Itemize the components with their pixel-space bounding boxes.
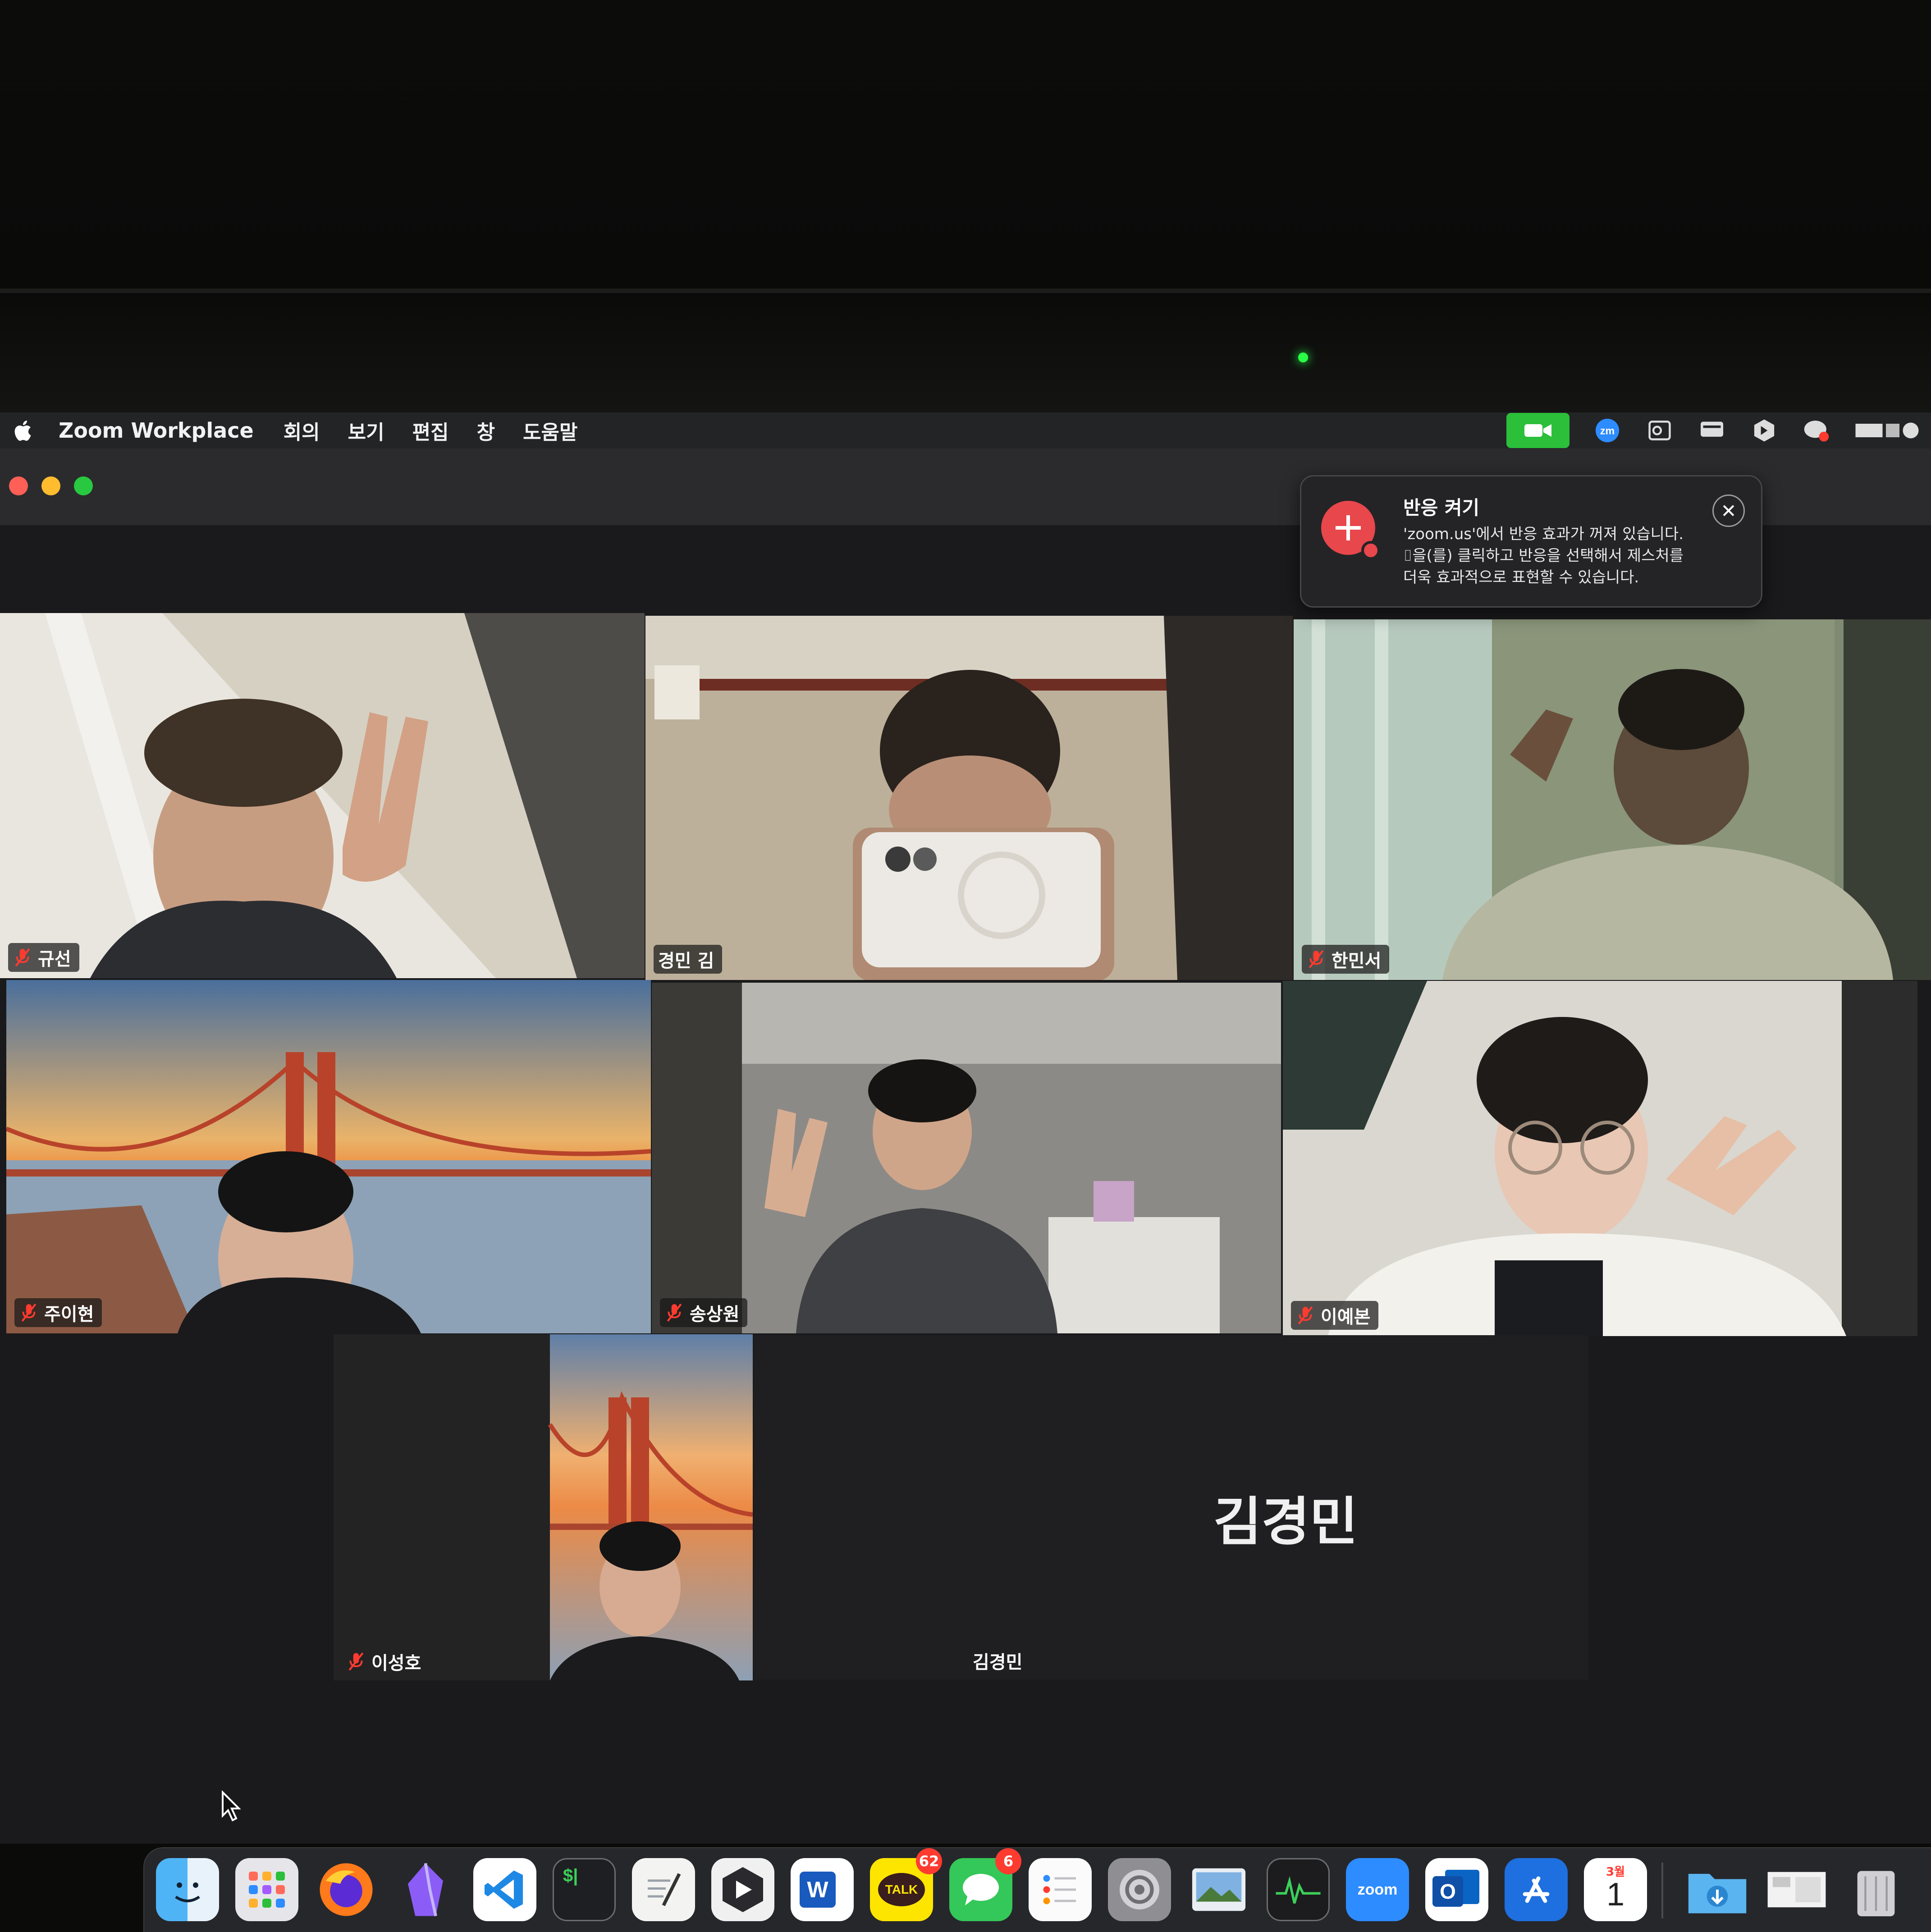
mic-muted-icon bbox=[1309, 950, 1324, 969]
finder-icon[interactable] bbox=[156, 1858, 219, 1921]
video-feed bbox=[652, 983, 1281, 1333]
zoom-menubar-icon[interactable]: zm bbox=[1593, 417, 1622, 444]
notification-title: 반응 켜기 bbox=[1403, 497, 1480, 519]
status-area: zm bbox=[1506, 413, 1922, 448]
trash-icon[interactable] bbox=[1844, 1858, 1908, 1921]
downloads-folder-icon[interactable] bbox=[1686, 1858, 1749, 1921]
mic-muted-icon bbox=[667, 1303, 682, 1322]
screenshot-thumb-icon[interactable] bbox=[1765, 1858, 1828, 1921]
mic-muted-icon bbox=[1298, 1306, 1313, 1325]
window-minimize-button[interactable] bbox=[41, 476, 60, 495]
zoom-video-status-icon[interactable] bbox=[1506, 413, 1570, 448]
participant-name-tag: 송상원 bbox=[660, 1298, 748, 1327]
apple-logo-icon[interactable] bbox=[12, 419, 32, 442]
cursor-app-icon[interactable] bbox=[711, 1858, 774, 1921]
window-close-button[interactable] bbox=[9, 476, 28, 495]
participant-tile-active-speaker[interactable]: 경민 김 bbox=[645, 616, 1293, 980]
notification-badge: 62 bbox=[916, 1848, 942, 1874]
outlook-menubar-icon[interactable] bbox=[1645, 417, 1674, 444]
participant-name-tag: 경민 김 bbox=[654, 945, 723, 974]
participant-name-tag: 김경민 bbox=[968, 1646, 1030, 1675]
participant-tile[interactable]: 송상원 bbox=[652, 983, 1281, 1333]
menu-window[interactable]: 창 bbox=[477, 416, 495, 445]
video-feed bbox=[334, 1334, 753, 1680]
activity-monitor-icon[interactable] bbox=[1267, 1858, 1330, 1921]
participant-tile[interactable]: 이성호 bbox=[334, 1334, 753, 1680]
messages-icon[interactable]: 6 bbox=[949, 1848, 1021, 1921]
terminal-icon[interactable]: $| bbox=[553, 1858, 616, 1921]
participant-name-tag: 이성호 bbox=[342, 1647, 429, 1676]
video-feed bbox=[645, 616, 1293, 980]
obsidian-icon[interactable] bbox=[394, 1858, 457, 1921]
participant-tile[interactable]: 이예본 bbox=[1283, 981, 1917, 1336]
participant-tile-camera-off[interactable]: 김경민 김경민 bbox=[754, 1335, 1588, 1680]
word-icon[interactable]: W bbox=[791, 1858, 854, 1921]
participant-name: 김경민 bbox=[973, 1652, 1023, 1673]
video-feed bbox=[1283, 981, 1917, 1336]
window-fullscreen-button[interactable] bbox=[74, 476, 93, 495]
participant-name: 주이현 bbox=[44, 1304, 94, 1325]
firefox-icon[interactable] bbox=[315, 1858, 378, 1921]
svg-text:zm: zm bbox=[1600, 425, 1615, 437]
video-feed bbox=[0, 613, 645, 978]
misc-menubar-icon[interactable] bbox=[1854, 417, 1922, 444]
participant-name: 송상원 bbox=[690, 1304, 740, 1325]
notification-line-3: 더욱 효과적으로 표현할 수 있습니다. bbox=[1403, 568, 1639, 586]
system-settings-icon[interactable] bbox=[1108, 1858, 1171, 1921]
monitor-bezel bbox=[0, 0, 1931, 412]
cube-menubar-icon[interactable] bbox=[1750, 417, 1779, 444]
participant-tile[interactable]: 주이현 bbox=[6, 980, 651, 1333]
reactions-notification[interactable]: 반응 켜기 'zoom.us'에서 반응 효과가 꺼져 있습니다. ⌷을(를) … bbox=[1300, 475, 1762, 608]
menu-view[interactable]: 보기 bbox=[348, 416, 384, 445]
notification-close-button[interactable]: ✕ bbox=[1712, 494, 1745, 527]
participant-name: 이성호 bbox=[371, 1653, 421, 1674]
menu-help[interactable]: 도움말 bbox=[523, 416, 577, 445]
participant-name: 경민 김 bbox=[658, 951, 714, 971]
video-feed bbox=[1294, 619, 1931, 980]
notification-badge: 6 bbox=[995, 1848, 1021, 1874]
reminders-icon[interactable] bbox=[1029, 1858, 1092, 1921]
textedit-icon[interactable] bbox=[632, 1858, 695, 1921]
mic-muted-icon bbox=[348, 1652, 364, 1671]
participant-name-tag: 이예본 bbox=[1291, 1301, 1379, 1330]
reaction-add-icon bbox=[1321, 501, 1380, 560]
dock-separator bbox=[1661, 1863, 1663, 1918]
notification-line-1: 'zoom.us'에서 반응 효과가 꺼져 있습니다. bbox=[1403, 525, 1684, 543]
preview-icon[interactable] bbox=[1187, 1858, 1250, 1921]
app-name-menu[interactable]: Zoom Workplace bbox=[59, 418, 254, 443]
kakaotalk-icon[interactable]: TALK 62 bbox=[870, 1848, 942, 1921]
close-icon: ✕ bbox=[1721, 499, 1737, 522]
zoom-icon[interactable]: zoom bbox=[1346, 1858, 1409, 1921]
outlook-icon[interactable]: O bbox=[1425, 1858, 1488, 1921]
vscode-icon[interactable] bbox=[473, 1858, 536, 1921]
dock: $| W TALK 62 6 zoom O 3월 1 bbox=[143, 1847, 1931, 1932]
mic-muted-icon bbox=[15, 948, 30, 967]
participant-name: 이예본 bbox=[1321, 1307, 1371, 1328]
participant-tile[interactable]: 한민서 bbox=[1294, 619, 1931, 980]
menu-edit[interactable]: 편집 bbox=[412, 416, 449, 445]
participant-name: 한민서 bbox=[1332, 951, 1382, 971]
participant-name-tag: 한민서 bbox=[1302, 945, 1390, 974]
camera-indicator-light bbox=[1298, 353, 1308, 362]
display-menubar-icon[interactable] bbox=[1698, 417, 1726, 444]
mic-muted-icon bbox=[21, 1303, 37, 1322]
participant-display-name: 김경민 bbox=[1213, 1492, 1358, 1552]
mouse-pointer-icon bbox=[222, 1790, 241, 1822]
menu-bar: Zoom Workplace 회의 보기 편집 창 도움말 zm bbox=[0, 412, 1931, 449]
menu-meeting[interactable]: 회의 bbox=[284, 416, 320, 445]
notification-line-2: ⌷을(를) 클릭하고 반응을 선택해서 제스처를 bbox=[1403, 547, 1684, 565]
launchpad-icon[interactable] bbox=[235, 1858, 298, 1921]
bezel-edge bbox=[0, 288, 1931, 293]
participant-tile[interactable]: 규선 bbox=[0, 613, 645, 978]
calendar-icon[interactable]: 3월 1 bbox=[1584, 1858, 1647, 1921]
app-store-icon[interactable] bbox=[1505, 1858, 1568, 1921]
participant-name-tag: 규선 bbox=[8, 943, 79, 972]
participant-name: 규선 bbox=[38, 949, 71, 970]
chat-menubar-icon[interactable] bbox=[1802, 417, 1831, 444]
video-feed bbox=[6, 980, 651, 1333]
participant-name-tag: 주이현 bbox=[14, 1298, 102, 1327]
